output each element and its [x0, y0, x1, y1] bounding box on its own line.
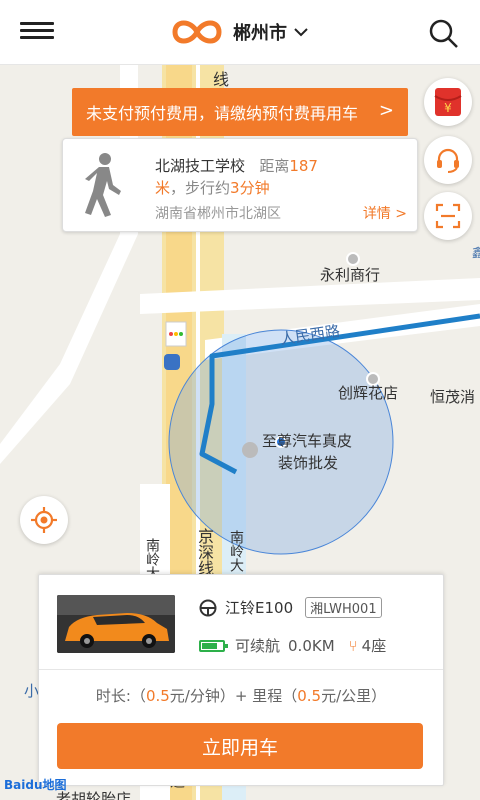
- rent-now-button[interactable]: 立即用车: [57, 723, 423, 769]
- pricing-info: 时长:（0.5元/分钟）+ 里程（0.5元/公里）: [39, 685, 443, 706]
- seat-icon: ⑂: [348, 636, 358, 655]
- destination-summary: 北湖技工学校 距离187 米，步行约3分钟: [155, 155, 405, 199]
- destination-card[interactable]: 北湖技工学校 距离187 米，步行约3分钟 湖南省郴州市北湖区 详情 >: [62, 138, 418, 232]
- map-label-bottom-shop: 老胡轮胎店: [56, 790, 132, 800]
- red-packet-button[interactable]: ¥: [424, 78, 472, 126]
- distance-unit: 元/公里）: [321, 687, 387, 705]
- range-value: 0.0KM: [288, 636, 335, 655]
- distance-price: 0.5: [297, 687, 322, 705]
- unpaid-notice-banner[interactable]: 未支付预付费用，请缴纳预付费再用车 >: [72, 88, 408, 136]
- map-label-jingshen: 京深线: [195, 528, 214, 576]
- search-icon[interactable]: [428, 18, 460, 50]
- car-photo: [57, 595, 175, 653]
- car-info-card: 江铃E100 湘LWH001 可续航 0.0KM ⑂ 4座 时长:（0.5元/分…: [38, 574, 444, 786]
- notice-text: 未支付预付费用，请缴纳预付费再用车: [86, 104, 359, 123]
- scan-button[interactable]: [424, 192, 472, 240]
- time-price: 0.5: [145, 687, 170, 705]
- map-label-road-top: 线: [213, 70, 230, 89]
- license-plate: 湘LWH001: [305, 597, 382, 618]
- walk-prefix: ，步行约: [170, 179, 231, 197]
- locate-icon: [31, 507, 57, 533]
- top-bar: 郴州市: [0, 0, 480, 65]
- range-label: 可续航: [235, 637, 281, 655]
- map-label-zhizun-2: 装饰批发: [278, 454, 339, 472]
- map-label-chuanghui: 创辉花店: [338, 384, 399, 402]
- chevron-right-icon: >: [378, 100, 394, 121]
- distance-unit: 米: [155, 179, 171, 197]
- map-label-zhizun: 至尊汽车真皮: [262, 432, 353, 450]
- divider: [39, 669, 443, 670]
- menu-icon[interactable]: [20, 18, 54, 46]
- seat-count: 4座: [361, 637, 387, 655]
- headset-icon: [437, 148, 459, 173]
- battery-icon: [199, 639, 228, 652]
- car-model-row: 江铃E100 湘LWH001: [199, 597, 382, 618]
- scan-icon: [435, 203, 461, 229]
- map-label-nanling-right: 南岭大: [228, 530, 244, 572]
- baidu-map-logo: Baidu地图: [4, 778, 67, 792]
- svg-text:¥: ¥: [444, 101, 452, 115]
- detail-link[interactable]: 详情 >: [363, 203, 407, 223]
- map-label-right-edge: 鑫: [472, 246, 480, 260]
- map-label-hengmao: 恒茂消: [430, 388, 476, 406]
- logo-icon: [172, 20, 222, 44]
- walk-time: 3分钟: [230, 179, 270, 197]
- locate-button[interactable]: [20, 496, 68, 544]
- car-spec-row: 可续航 0.0KM ⑂ 4座: [199, 635, 386, 656]
- map-label-yongli: 永利商行: [320, 266, 381, 284]
- distance-value: 187: [289, 157, 318, 175]
- map-label-xiao: 小: [24, 682, 40, 700]
- city-selector[interactable]: 郴州市: [233, 19, 287, 45]
- red-packet-icon: ¥: [434, 88, 462, 116]
- steering-wheel-icon: [199, 599, 217, 616]
- walking-person-icon: [85, 153, 121, 217]
- customer-service-button[interactable]: [424, 136, 472, 184]
- distance-prefix: 距离: [259, 157, 290, 175]
- destination-address: 湖南省郴州市北湖区: [155, 206, 281, 222]
- chevron-down-icon[interactable]: [293, 24, 309, 40]
- car-model: 江铃E100: [225, 599, 294, 617]
- pricing-prefix: 时长:（: [95, 687, 146, 705]
- destination-name: 北湖技工学校: [155, 157, 246, 175]
- time-unit: 元/分钟）+ 里程（: [169, 687, 298, 705]
